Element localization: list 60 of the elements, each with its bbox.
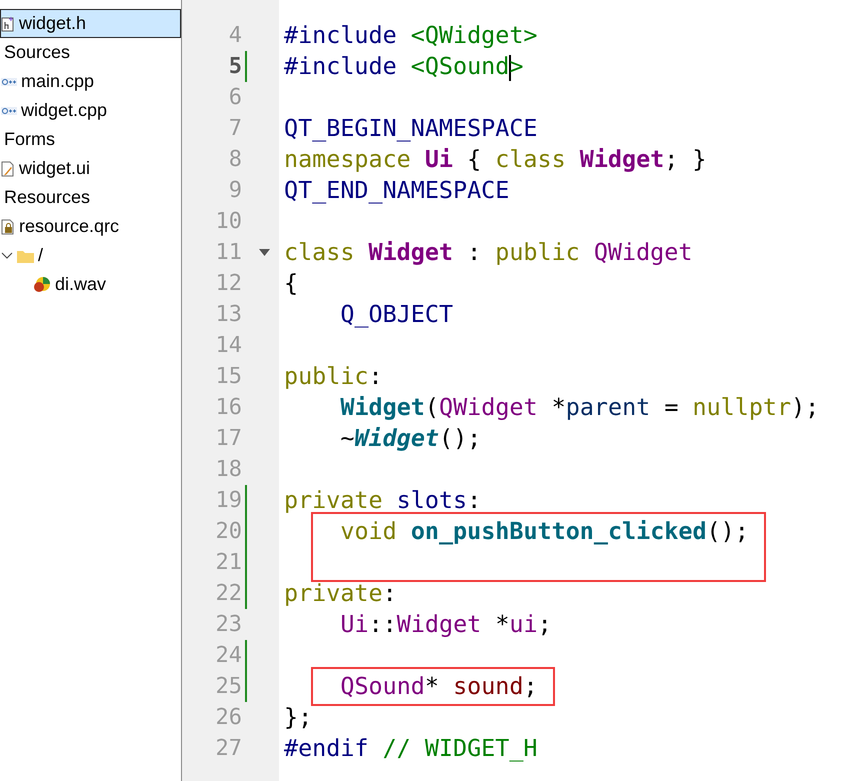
code-line: QT_END_NAMESPACE — [284, 176, 510, 204]
line-number: 14 — [216, 332, 242, 360]
sound-file-icon — [33, 276, 51, 294]
tree-item[interactable]: widget.ui — [0, 154, 181, 183]
form-file-icon — [1, 160, 15, 176]
line-number: 17 — [216, 425, 242, 453]
tree-group[interactable]: Forms — [0, 125, 181, 154]
cpp-file-icon — [1, 106, 17, 116]
header-file-icon — [1, 16, 15, 32]
line-number: 16 — [216, 394, 242, 422]
line-number: 12 — [216, 270, 242, 298]
folder-icon — [17, 248, 34, 262]
line-number: 15 — [216, 363, 242, 391]
tree-item[interactable]: widget.cpp — [0, 96, 181, 125]
line-number: 24 — [216, 642, 242, 670]
line-number: 27 — [216, 735, 242, 763]
line-number: 8 — [228, 146, 242, 174]
tree-group[interactable]: Sources — [0, 38, 181, 67]
code-line: namespace Ui { class Widget; } — [284, 145, 706, 173]
line-number: 23 — [216, 611, 242, 639]
code-line: #include <QWidget> — [284, 21, 538, 49]
code-line: Widget(QWidget *parent = nullptr); — [339, 393, 820, 421]
line-number: 5 — [228, 53, 242, 81]
code-line: ~Widget(); — [339, 424, 482, 452]
code-line: private: — [284, 579, 397, 607]
code-line: public: — [284, 362, 383, 390]
code-line: class Widget : public QWidget — [284, 238, 692, 266]
line-number: 19 — [216, 487, 242, 515]
code-line: { — [284, 269, 298, 297]
code-line: private slots: — [284, 486, 482, 514]
line-number: 7 — [228, 115, 242, 143]
cpp-file-icon — [1, 76, 17, 86]
code-line: Ui::Widget *ui; — [339, 610, 552, 638]
tree-item[interactable]: main.cpp — [0, 67, 181, 96]
code-line: void on_pushButton_clicked(); — [339, 517, 749, 545]
line-number: 26 — [216, 704, 242, 732]
tree-item[interactable]: widget.h — [0, 9, 181, 38]
line-number: 21 — [216, 549, 242, 577]
fold-arrow-icon[interactable] — [259, 249, 270, 256]
locked-file-icon — [1, 218, 15, 234]
line-number: 20 — [216, 518, 242, 546]
code-line: QSound* sound; — [339, 672, 538, 700]
line-number: 13 — [216, 301, 242, 329]
tree-item[interactable]: resource.qrc — [0, 212, 181, 241]
line-number: 11 — [216, 239, 242, 267]
tree-item[interactable]: di.wav — [0, 270, 181, 299]
tree-item[interactable]: / — [0, 241, 181, 270]
line-number: 22 — [216, 580, 242, 608]
chevron-icon[interactable] — [1, 252, 13, 260]
line-number: 18 — [216, 456, 242, 484]
code-line: Q_OBJECT — [339, 300, 454, 328]
line-number: 10 — [216, 208, 242, 236]
line-number: 6 — [228, 84, 242, 112]
line-number: 25 — [216, 673, 242, 701]
code-line: #endif // WIDGET_H — [284, 734, 538, 762]
tree-group[interactable]: Resources — [0, 183, 181, 212]
code-line: QT_BEGIN_NAMESPACE — [284, 114, 538, 142]
code-line: }; — [284, 703, 312, 731]
line-number: 4 — [228, 22, 242, 50]
line-number: 9 — [228, 177, 242, 205]
